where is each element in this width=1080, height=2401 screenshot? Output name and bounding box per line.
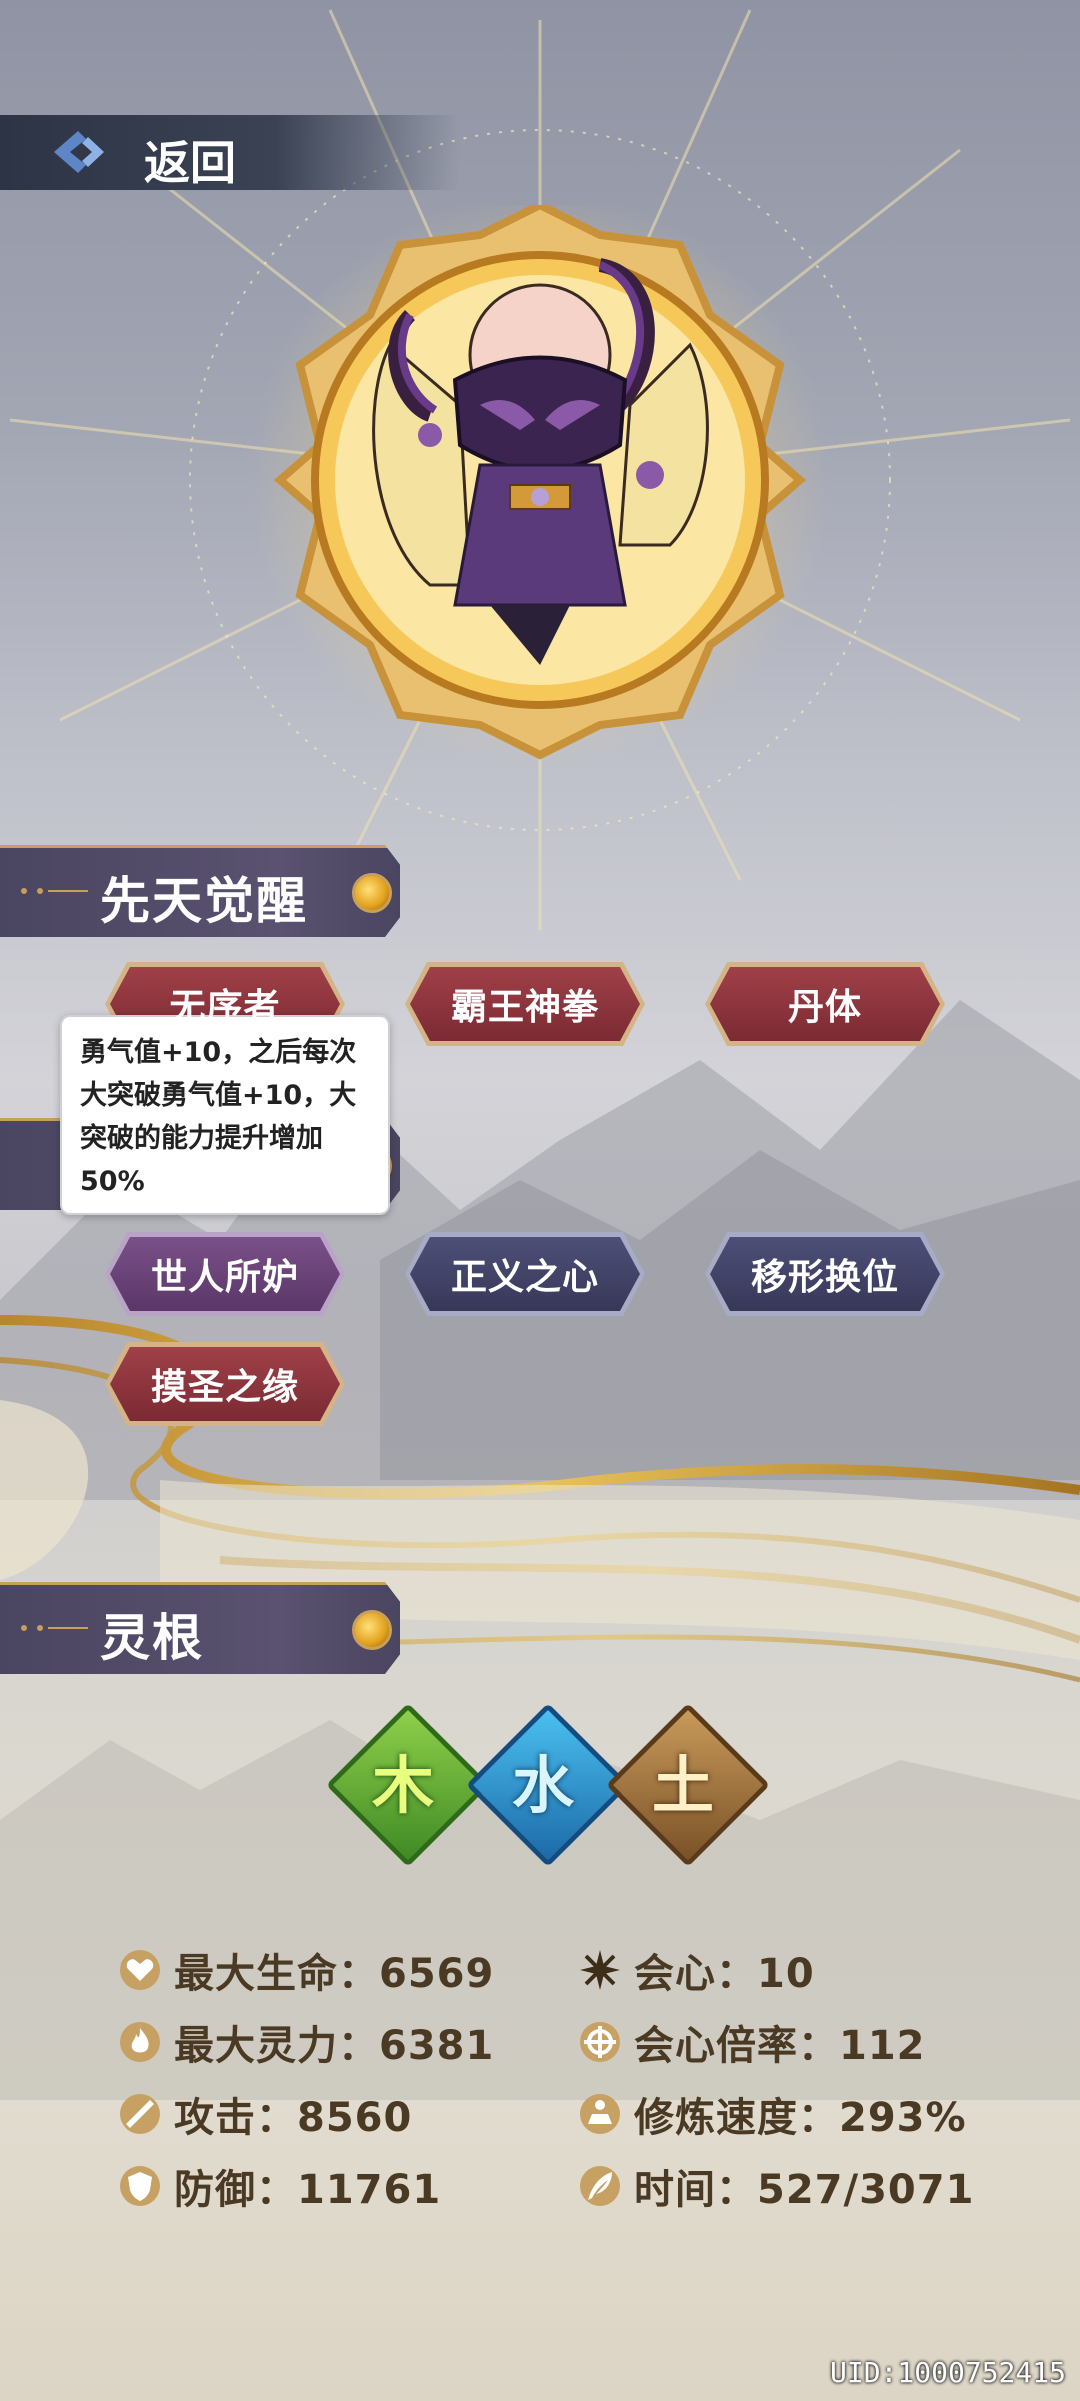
stat-crit-multiplier: 会心倍率：112 bbox=[578, 2012, 926, 2072]
earth-element-icon[interactable]: 土 bbox=[605, 1702, 771, 1868]
section-title-spirit-root: 灵根 bbox=[100, 1609, 204, 1667]
gem-icon bbox=[352, 873, 392, 913]
decor-dots bbox=[21, 888, 88, 894]
decor-dots bbox=[21, 1625, 88, 1631]
stat-max-hp: 最大生命：6569 bbox=[118, 1940, 494, 2000]
water-element-icon[interactable]: 水 bbox=[465, 1702, 631, 1868]
stat-time: 时间：527/3071 bbox=[578, 2156, 974, 2216]
heart-icon bbox=[120, 1950, 160, 1990]
back-label: 返回 bbox=[144, 136, 236, 190]
section-header-spirit-root: 灵根 bbox=[0, 1582, 420, 1674]
trait-tag-4[interactable]: 摸圣之缘 bbox=[105, 1342, 345, 1426]
section-header-innate: 先天觉醒 bbox=[0, 845, 420, 937]
crosshair-icon bbox=[580, 2022, 620, 2062]
character-portrait bbox=[250, 205, 830, 765]
flame-icon bbox=[120, 2022, 160, 2062]
stat-max-spirit: 最大灵力：6381 bbox=[118, 2012, 494, 2072]
section-title-innate: 先天觉醒 bbox=[100, 872, 308, 930]
spark-icon bbox=[580, 1950, 620, 1990]
sword-icon bbox=[120, 2094, 160, 2134]
meditation-icon bbox=[580, 2094, 620, 2134]
trait-tag-2[interactable]: 正义之心 bbox=[405, 1232, 645, 1316]
stat-attack: 攻击：8560 bbox=[118, 2084, 412, 2144]
innate-tag-3[interactable]: 丹体 bbox=[705, 962, 945, 1046]
back-button[interactable]: 返回 bbox=[0, 115, 460, 190]
stat-cultivation-speed: 修炼速度：293% bbox=[578, 2084, 967, 2144]
stat-crit: 会心：10 bbox=[578, 1940, 815, 2000]
gem-icon bbox=[352, 1610, 392, 1650]
uid-label: UID:1000752415 bbox=[829, 2356, 1066, 2389]
stat-defense: 防御：11761 bbox=[118, 2156, 441, 2216]
feather-icon bbox=[580, 2166, 620, 2206]
shield-icon bbox=[120, 2166, 160, 2206]
trait-tag-3[interactable]: 移形换位 bbox=[705, 1232, 945, 1316]
wood-element-icon[interactable]: 木 bbox=[325, 1702, 491, 1868]
tooltip-innate-description: 勇气值+10，之后每次大突破勇气值+10，大突破的能力提升增加50% bbox=[60, 1015, 390, 1215]
innate-tag-2[interactable]: 霸王神拳 bbox=[405, 962, 645, 1046]
back-arrow-icon bbox=[54, 131, 104, 173]
trait-tag-1[interactable]: 世人所妒 bbox=[105, 1232, 345, 1316]
